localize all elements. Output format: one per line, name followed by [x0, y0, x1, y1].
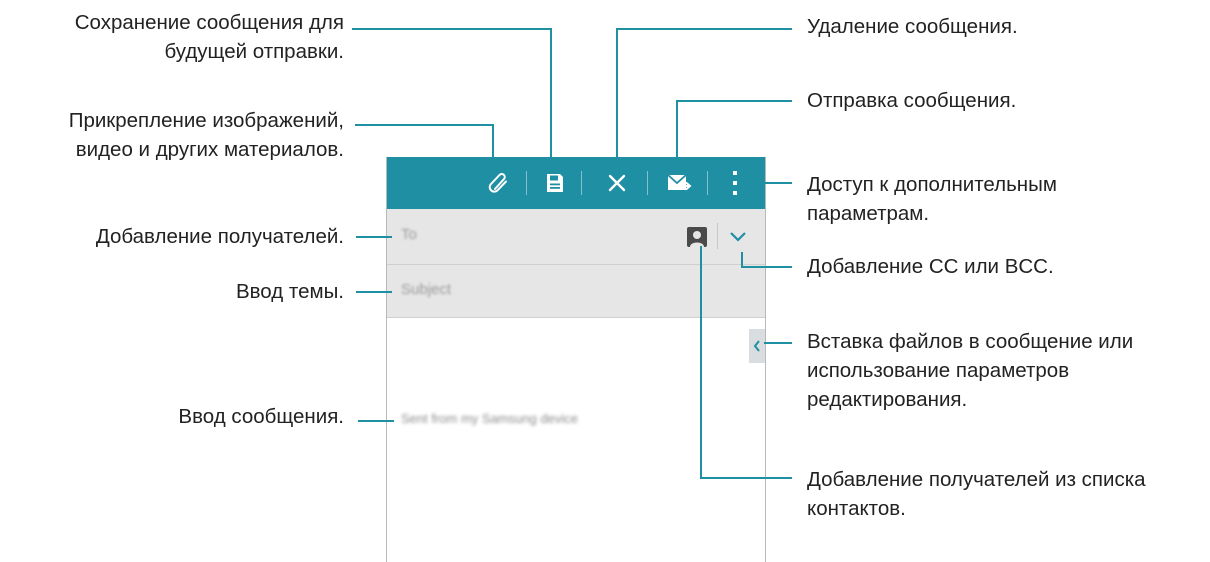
callout-attach-line-2: видео и других материалов. — [75, 138, 344, 161]
send-mail-icon — [667, 174, 692, 191]
callout-line-recipients — [356, 236, 392, 238]
callout-line-delete — [616, 28, 618, 160]
subject-placeholder: Subject — [401, 281, 452, 298]
callout-line-contacts — [700, 477, 792, 479]
close-icon — [608, 174, 626, 192]
callout-save-line-1: Сохранение сообщения для — [74, 11, 344, 34]
contact-card-icon — [690, 231, 704, 247]
save-draft-icon — [547, 174, 563, 192]
callout-line-attach — [492, 124, 494, 160]
paperclip-icon — [488, 173, 507, 193]
to-placeholder: To — [401, 226, 417, 243]
toolbar-divider — [581, 171, 582, 195]
insert-panel-tab[interactable] — [749, 329, 765, 363]
save-button[interactable] — [535, 157, 575, 209]
callout-line-attach — [355, 124, 494, 126]
callout-more: Доступ к дополнительным параметрам. — [807, 170, 1057, 228]
cc-bcc-button[interactable] — [725, 224, 751, 250]
callout-line-save — [352, 28, 552, 30]
to-field[interactable]: To — [387, 209, 765, 265]
chevron-down-icon — [730, 232, 746, 242]
callout-delete: Удаление сообщения. — [807, 15, 1018, 38]
more-vertical-icon — [733, 171, 737, 195]
callout-message: Ввод сообщения. — [178, 405, 344, 428]
callout-line-message — [358, 420, 394, 422]
delete-button[interactable] — [597, 157, 637, 209]
callout-line-send — [676, 100, 678, 160]
toolbar-divider — [526, 171, 527, 195]
callout-insert-line-2: использование параметров — [807, 359, 1070, 382]
callout-insert-line-3: редактирования. — [807, 388, 968, 411]
callout-contacts-line-2: контактов. — [807, 497, 906, 520]
send-button[interactable] — [659, 157, 699, 209]
callout-save-line-2: будущей отправки. — [164, 40, 344, 63]
message-body[interactable]: Sent from my Samsung device — [401, 411, 578, 426]
callout-line-contacts — [700, 246, 702, 479]
callout-line-save — [550, 28, 552, 160]
callout-insert-line-1: Вставка файлов в сообщение или — [807, 330, 1134, 353]
callout-contacts-line-1: Добавление получателей из списка — [807, 468, 1146, 491]
callout-line-send — [676, 100, 792, 102]
callout-more-line-2: параметрам. — [807, 202, 930, 225]
callout-line-cc-bcc — [741, 266, 792, 268]
callout-line-insert — [764, 342, 792, 344]
field-divider — [717, 223, 718, 249]
callout-insert: Вставка файлов в сообщение или использов… — [807, 327, 1133, 414]
email-compose-screen: To Subject Sent from my Samsung device — [386, 157, 766, 562]
callout-line-more — [740, 182, 792, 184]
action-bar — [387, 157, 765, 209]
chevron-left-icon — [753, 340, 760, 352]
callout-recipients: Добавление получателей. — [95, 225, 344, 248]
callout-save: Сохранение сообщения для будущей отправк… — [75, 8, 344, 66]
callout-attach-line-1: Прикрепление изображений, — [68, 109, 344, 132]
callout-subject: Ввод темы. — [235, 280, 344, 303]
subject-field[interactable]: Subject — [387, 265, 765, 318]
attach-button[interactable] — [479, 157, 519, 209]
callout-cc-bcc: Добавление CC или BCC. — [807, 255, 1054, 278]
callout-attach: Прикрепление изображений, видео и других… — [69, 106, 344, 164]
contacts-button[interactable] — [687, 227, 707, 247]
toolbar-divider — [647, 171, 648, 195]
callout-contacts: Добавление получателей из списка контакт… — [807, 465, 1146, 523]
callout-line-delete — [616, 28, 792, 30]
callout-line-subject — [356, 291, 392, 293]
callout-more-line-1: Доступ к дополнительным — [807, 173, 1057, 196]
callout-send: Отправка сообщения. — [807, 89, 1017, 112]
toolbar-divider — [707, 171, 708, 195]
